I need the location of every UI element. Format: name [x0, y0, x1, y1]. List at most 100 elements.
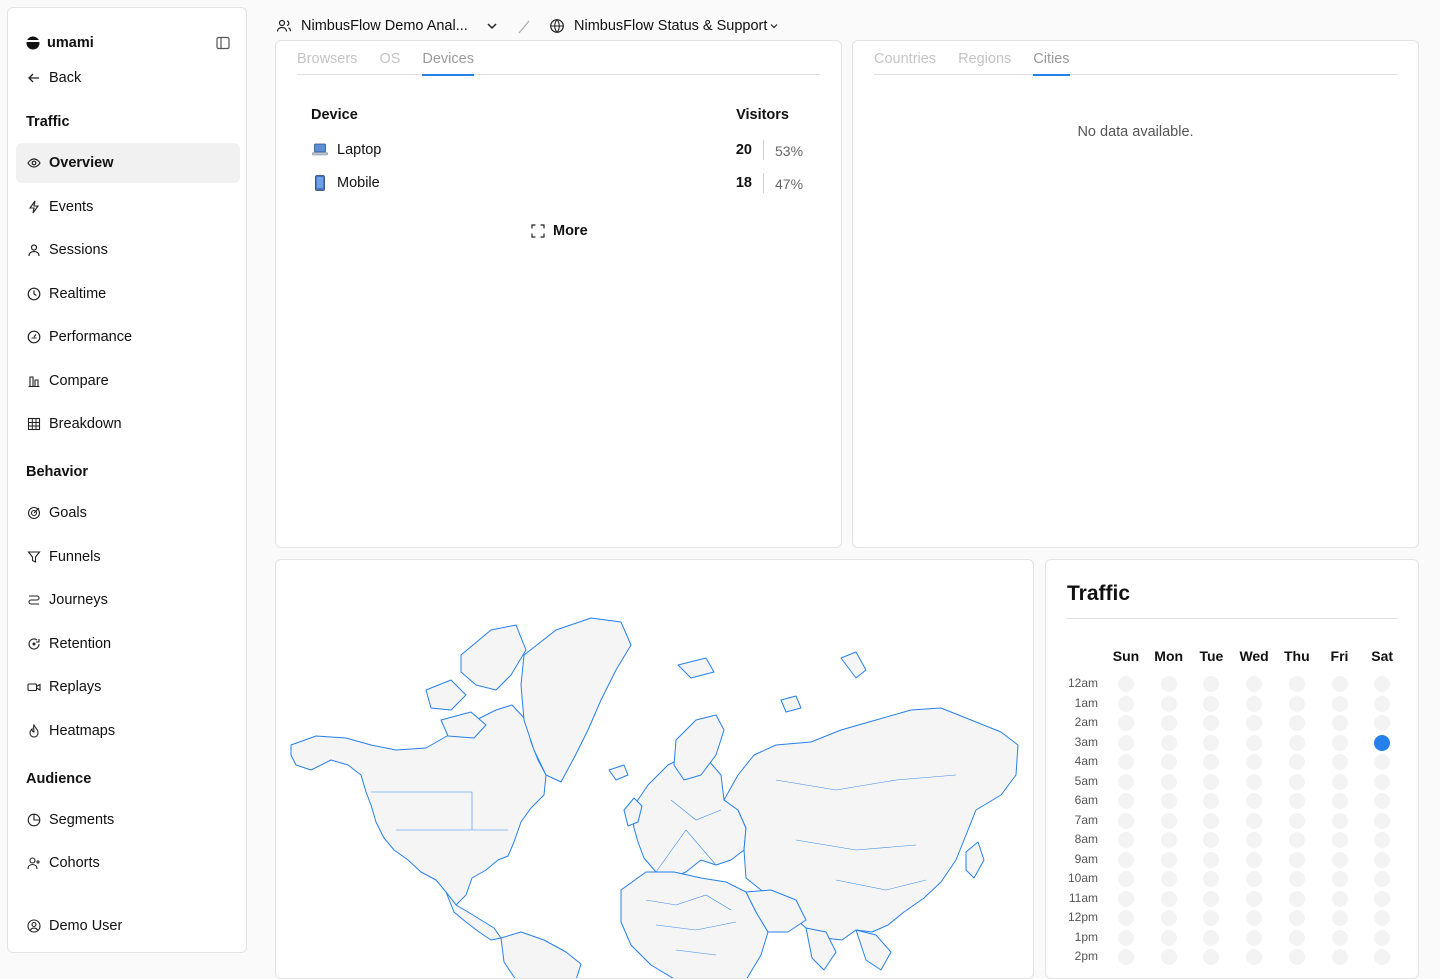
sidebar-item-cohorts[interactable]: Cohorts	[16, 843, 240, 883]
heatmap-cell[interactable]	[1288, 929, 1305, 946]
heatmap-cell[interactable]	[1246, 676, 1263, 692]
heatmap-cell[interactable]	[1374, 832, 1391, 848]
heatmap-cell[interactable]	[1331, 851, 1348, 868]
heatmap-cell[interactable]	[1203, 871, 1220, 887]
sidebar-item-breakdown[interactable]: Breakdown	[16, 404, 240, 444]
heatmap-cell[interactable]	[1246, 754, 1263, 770]
team-selector[interactable]: NimbusFlow Demo Anal...	[276, 18, 500, 34]
heatmap-cell[interactable]	[1288, 715, 1305, 731]
heatmap-cell[interactable]	[1331, 812, 1348, 829]
heatmap-cell[interactable]	[1160, 832, 1177, 848]
heatmap-cell[interactable]	[1160, 695, 1177, 712]
heatmap-cell[interactable]	[1246, 793, 1263, 809]
heatmap-cell[interactable]	[1246, 949, 1263, 965]
heatmap-cell[interactable]	[1331, 734, 1348, 751]
heatmap-cell[interactable]	[1203, 949, 1220, 965]
heatmap-cell[interactable]	[1288, 910, 1305, 926]
heatmap-cell[interactable]	[1374, 851, 1391, 868]
heatmap-cell[interactable]	[1288, 871, 1305, 887]
heatmap-cell[interactable]	[1203, 890, 1220, 907]
heatmap-cell[interactable]	[1203, 851, 1220, 868]
heatmap-cell[interactable]	[1288, 695, 1305, 712]
sidebar-item-goals[interactable]: Goals	[16, 493, 240, 533]
heatmap-cell[interactable]	[1203, 773, 1220, 790]
heatmap-cell[interactable]	[1331, 754, 1348, 770]
heatmap-cell[interactable]	[1331, 910, 1348, 926]
heatmap-cell[interactable]	[1374, 734, 1391, 751]
heatmap-cell[interactable]	[1246, 910, 1263, 926]
heatmap-cell[interactable]	[1203, 695, 1220, 712]
tab-regions[interactable]: Regions	[958, 43, 1011, 75]
heatmap-cell[interactable]	[1160, 812, 1177, 829]
heatmap-cell[interactable]	[1160, 793, 1177, 809]
heatmap-cell[interactable]	[1374, 754, 1391, 770]
tab-cities[interactable]: Cities	[1033, 43, 1070, 76]
heatmap-cell[interactable]	[1246, 715, 1263, 731]
heatmap-cell[interactable]	[1288, 832, 1305, 848]
heatmap-cell[interactable]	[1160, 949, 1177, 965]
more-button[interactable]: More	[531, 223, 588, 239]
tab-browsers[interactable]: Browsers	[297, 43, 357, 75]
heatmap-cell[interactable]	[1331, 773, 1348, 790]
heatmap-cell[interactable]	[1246, 695, 1263, 712]
heatmap-cell[interactable]	[1374, 676, 1391, 692]
heatmap-cell[interactable]	[1118, 773, 1134, 790]
heatmap-cell[interactable]	[1288, 734, 1305, 751]
sidebar-item-realtime[interactable]: Realtime	[16, 274, 240, 314]
heatmap-cell[interactable]	[1203, 754, 1220, 770]
heatmap-cell[interactable]	[1160, 871, 1177, 887]
heatmap-cell[interactable]	[1288, 949, 1305, 965]
heatmap-cell[interactable]	[1246, 812, 1263, 829]
heatmap-cell[interactable]	[1288, 773, 1305, 790]
heatmap-cell[interactable]	[1246, 773, 1263, 790]
heatmap-cell[interactable]	[1246, 832, 1263, 848]
heatmap-cell[interactable]	[1374, 773, 1391, 790]
heatmap-cell[interactable]	[1374, 793, 1391, 809]
heatmap-cell[interactable]	[1160, 910, 1177, 926]
heatmap-cell[interactable]	[1374, 929, 1391, 946]
heatmap-cell[interactable]	[1331, 929, 1348, 946]
heatmap-cell[interactable]	[1118, 851, 1134, 868]
heatmap-cell[interactable]	[1203, 793, 1220, 809]
heatmap-cell[interactable]	[1160, 734, 1177, 751]
heatmap-cell[interactable]	[1288, 851, 1305, 868]
sidebar-item-funnels[interactable]: Funnels	[16, 537, 240, 577]
heatmap-cell[interactable]	[1374, 871, 1391, 887]
heatmap-cell[interactable]	[1118, 832, 1134, 848]
heatmap-cell[interactable]	[1118, 910, 1134, 926]
heatmap-cell[interactable]	[1331, 793, 1348, 809]
heatmap-cell[interactable]	[1118, 715, 1134, 731]
heatmap-cell[interactable]	[1118, 676, 1134, 692]
heatmap-cell[interactable]	[1288, 890, 1305, 907]
heatmap-cell[interactable]	[1374, 695, 1391, 712]
sidebar-item-retention[interactable]: Retention	[16, 624, 240, 664]
heatmap-cell[interactable]	[1203, 734, 1220, 751]
tab-countries[interactable]: Countries	[874, 43, 936, 75]
heatmap-cell[interactable]	[1160, 773, 1177, 790]
sidebar-item-replays[interactable]: Replays	[16, 667, 240, 707]
sidebar-item-sessions[interactable]: Sessions	[16, 230, 240, 270]
heatmap-cell[interactable]	[1374, 910, 1391, 926]
brand[interactable]: umami	[26, 35, 94, 51]
heatmap-cell[interactable]	[1374, 715, 1391, 731]
heatmap-cell[interactable]	[1374, 890, 1391, 907]
heatmap-cell[interactable]	[1246, 929, 1263, 946]
heatmap-cell[interactable]	[1288, 754, 1305, 770]
heatmap-cell[interactable]	[1246, 851, 1263, 868]
heatmap-cell[interactable]	[1203, 676, 1220, 692]
heatmap-cell[interactable]	[1160, 851, 1177, 868]
heatmap-cell[interactable]	[1118, 890, 1134, 907]
tab-devices[interactable]: Devices	[422, 43, 474, 76]
heatmap-cell[interactable]	[1203, 910, 1220, 926]
tab-os[interactable]: OS	[379, 43, 400, 75]
heatmap-cell[interactable]	[1246, 871, 1263, 887]
user-menu[interactable]: Demo User	[16, 906, 240, 946]
heatmap-cell[interactable]	[1203, 929, 1220, 946]
sidebar-item-journeys[interactable]: Journeys	[16, 580, 240, 620]
list-item[interactable]: Mobile	[312, 175, 380, 191]
heatmap-cell[interactable]	[1160, 929, 1177, 946]
heatmap-cell[interactable]	[1331, 890, 1348, 907]
heatmap-cell[interactable]	[1160, 890, 1177, 907]
heatmap-cell[interactable]	[1288, 812, 1305, 829]
heatmap-cell[interactable]	[1246, 734, 1263, 751]
